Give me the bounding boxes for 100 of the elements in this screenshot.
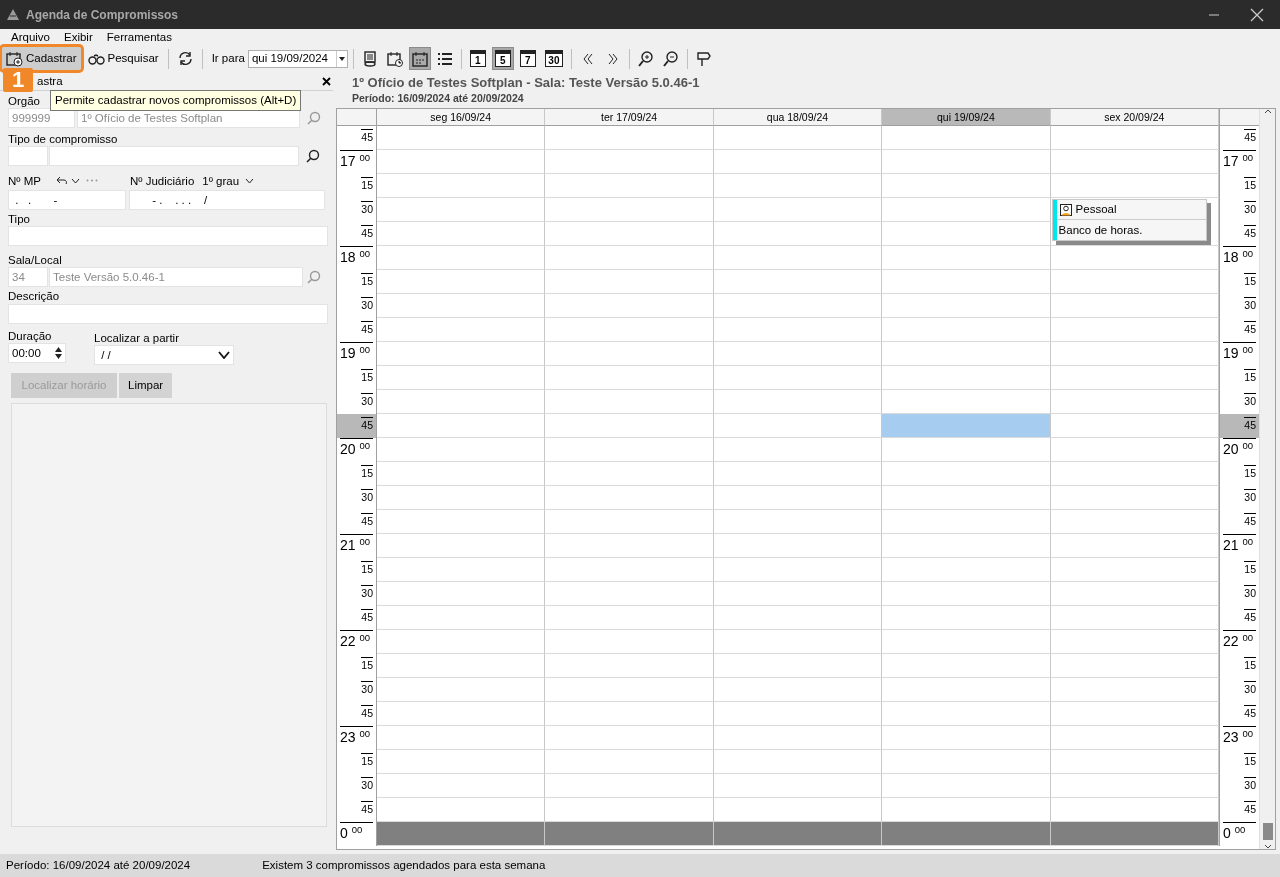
time-slot[interactable]: Pessoal Banco de horas. [1050, 198, 1219, 246]
time-slot[interactable] [713, 174, 883, 198]
time-slot[interactable] [1050, 414, 1219, 438]
menu-item[interactable]: Arquivo [11, 28, 50, 46]
time-slot[interactable] [713, 462, 883, 486]
time-slot[interactable] [1050, 678, 1219, 702]
time-slot[interactable] [1050, 462, 1219, 486]
time-slot[interactable] [882, 702, 1051, 726]
more-icon[interactable] [86, 179, 98, 183]
time-slot[interactable] [882, 438, 1051, 462]
date-dropdown[interactable]: qui 19/09/2024 [247, 49, 348, 68]
time-slot[interactable] [882, 366, 1051, 390]
time-slot[interactable] [882, 654, 1051, 678]
list-view-icon[interactable] [436, 50, 453, 67]
time-slot[interactable] [882, 774, 1051, 798]
time-slot[interactable] [713, 390, 883, 414]
time-slot[interactable] [377, 726, 546, 750]
time-slot[interactable] [713, 702, 883, 726]
day-header[interactable]: seg 16/09/24 [377, 109, 546, 126]
time-slot[interactable] [882, 558, 1051, 582]
zoom-out-icon[interactable] [662, 50, 679, 67]
time-spinner[interactable]: 00:00 [8, 343, 66, 364]
time-slot[interactable] [545, 606, 714, 630]
search-icon[interactable] [306, 149, 320, 163]
clear-button[interactable]: Limpar [119, 373, 173, 399]
day-header[interactable]: ter 17/09/24 [545, 109, 714, 126]
time-slot[interactable] [545, 774, 714, 798]
time-slot[interactable] [377, 222, 546, 246]
input-field[interactable]: . . - [8, 190, 126, 211]
time-slot[interactable] [713, 342, 883, 366]
time-slot[interactable] [882, 534, 1051, 558]
input-field[interactable] [8, 226, 328, 247]
zoom-in-icon[interactable] [637, 50, 654, 67]
time-slot[interactable] [1050, 390, 1219, 414]
time-slot[interactable] [545, 654, 714, 678]
time-slot[interactable] [545, 294, 714, 318]
undo-icon[interactable] [56, 176, 67, 186]
time-slot[interactable] [545, 270, 714, 294]
input-field[interactable]: - . . . . / [129, 190, 325, 211]
time-slot[interactable] [882, 630, 1051, 654]
time-slot[interactable] [1050, 750, 1219, 774]
time-slot[interactable] [882, 678, 1051, 702]
time-slot[interactable] [713, 582, 883, 606]
input-field[interactable] [8, 146, 48, 166]
time-slot[interactable] [1050, 798, 1219, 822]
time-slot[interactable] [377, 270, 546, 294]
time-slot[interactable] [377, 486, 546, 510]
day-range-button[interactable]: 1 [469, 50, 486, 67]
time-slot[interactable] [882, 582, 1051, 606]
time-slot[interactable] [713, 750, 883, 774]
unavailable-slot[interactable] [377, 822, 546, 846]
time-slot[interactable] [882, 198, 1051, 222]
day-range-button[interactable]: 7 [519, 50, 536, 67]
time-slot[interactable] [713, 510, 883, 534]
time-slot[interactable] [377, 774, 546, 798]
menu-item[interactable]: Ferramentas [106, 28, 172, 46]
scroll-up-icon[interactable] [1263, 109, 1272, 114]
time-slot[interactable] [377, 438, 546, 462]
time-slot[interactable] [882, 150, 1051, 174]
time-slot[interactable] [1050, 726, 1219, 750]
time-slot[interactable] [713, 654, 883, 678]
time-slot[interactable] [882, 174, 1051, 198]
search-button[interactable]: Pesquisar [83, 47, 163, 70]
time-slot[interactable] [1050, 150, 1219, 174]
unavailable-slot[interactable] [1050, 822, 1219, 846]
time-slot[interactable] [1050, 582, 1219, 606]
time-slot[interactable] [1050, 318, 1219, 342]
time-slot[interactable] [1050, 174, 1219, 198]
day-range-button[interactable]: 30 [544, 50, 563, 67]
time-slot[interactable] [377, 702, 546, 726]
time-slot[interactable] [545, 246, 714, 270]
time-slot[interactable] [545, 534, 714, 558]
time-slot[interactable] [377, 198, 546, 222]
time-slot[interactable] [1050, 654, 1219, 678]
time-slot[interactable] [713, 678, 883, 702]
scrollbar[interactable] [1259, 109, 1275, 849]
calendar-view-icon[interactable] [411, 50, 428, 67]
time-slot[interactable] [377, 126, 546, 150]
scroll-down-icon[interactable] [1263, 844, 1272, 849]
time-slot[interactable] [545, 318, 714, 342]
time-slot[interactable] [713, 270, 883, 294]
day-header[interactable]: qua 18/09/24 [713, 109, 883, 126]
time-slot[interactable] [713, 630, 883, 654]
time-slot[interactable] [545, 174, 714, 198]
time-slot[interactable] [713, 318, 883, 342]
time-slot[interactable] [713, 558, 883, 582]
time-slot[interactable] [377, 150, 546, 174]
time-slot[interactable] [545, 438, 714, 462]
time-slot[interactable] [377, 294, 546, 318]
time-slot[interactable] [713, 222, 883, 246]
time-slot[interactable] [882, 486, 1051, 510]
time-slot[interactable] [377, 390, 546, 414]
time-slot[interactable] [882, 246, 1051, 270]
calendar-clock-icon[interactable] [386, 50, 403, 67]
day-header[interactable]: qui 19/09/24 [882, 109, 1051, 126]
time-slot[interactable] [545, 462, 714, 486]
time-slot[interactable] [545, 414, 714, 438]
time-slot[interactable] [1050, 126, 1219, 150]
time-slot[interactable] [377, 414, 546, 438]
time-slot[interactable] [377, 342, 546, 366]
